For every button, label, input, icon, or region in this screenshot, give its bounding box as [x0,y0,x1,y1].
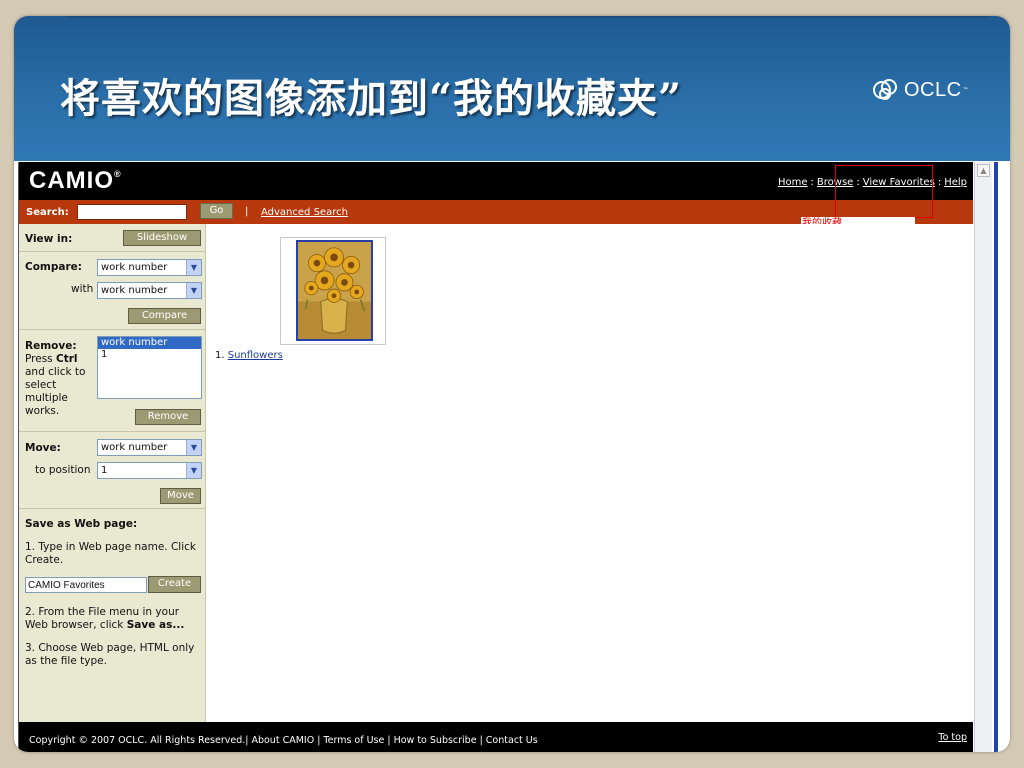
save-web-page-title: Save as Web page: [25,518,138,530]
remove-listbox[interactable]: work number 1 [97,336,202,399]
favorites-results: 1. Sunflowers [207,224,973,722]
view-in-label: View in: [25,233,73,245]
remove-instr-key: Ctrl [55,353,78,365]
chevron-down-icon: ▼ [186,283,201,298]
move-section: Move: work number ▼ to position 1 ▼ Move [19,432,206,509]
vertical-scrollbar[interactable]: ▲ [974,162,992,752]
with-label: with [71,283,94,295]
position-select-value: 1 [101,465,108,476]
with-select-value: work number [101,285,168,296]
logo-registered-mark: ® [114,169,122,179]
sidebar: View in: Slideshow Compare: work number ▼… [19,224,206,722]
move-select-value: work number [101,442,168,453]
slide: 将喜欢的图像添加到“我的收藏夹” OCLC ™ CAMIO® Home: Brow… [14,16,1010,752]
nav-separator: : [810,177,814,188]
sunflowers-thumbnail[interactable] [280,237,386,345]
brand-trademark: ™ [962,86,969,94]
save-step-2: 2. From the File menu in your Web browse… [25,606,201,632]
compare-select-value: work number [101,262,168,273]
brand-text: OCLC [904,78,962,101]
position-select[interactable]: 1 ▼ [97,462,202,479]
to-position-label: to position [35,464,91,476]
save-web-page-section: Save as Web page: 1. Type in Web page na… [19,509,206,722]
compare-label: Compare: [25,261,82,273]
slide-title: 将喜欢的图像添加到“我的收藏夹” [60,75,683,122]
scroll-up-arrow-icon[interactable]: ▲ [977,164,990,177]
compare-button[interactable]: Compare [128,308,201,324]
remove-button[interactable]: Remove [135,409,201,425]
favorites-highlight-box [835,165,933,218]
save-step-1: 1. Type in Web page name. Click Create. [25,541,196,566]
app-footer: Copyright © 2007 OCLC. All Rights Reserv… [19,722,973,752]
save-step-3: 3. Choose Web page, HTML only as the fil… [25,642,195,667]
camio-app: CAMIO® Home: Browse: View Favorites: Help S… [18,162,973,752]
list-item[interactable]: 1 [98,349,201,361]
compare-select[interactable]: work number ▼ [97,259,202,276]
list-item[interactable]: work number [98,337,201,349]
move-label: Move: [25,442,61,454]
sunflowers-painting-image [296,240,373,341]
chevron-down-icon: ▼ [186,463,201,478]
view-in-section: View in: Slideshow [19,224,206,252]
advanced-search-link[interactable]: Advanced Search [261,207,348,218]
compare-section: Compare: work number ▼ with work number ▼ … [19,252,206,330]
result-index: 1. [215,350,225,361]
right-edge-rule [994,162,998,752]
camio-logo: CAMIO® [29,167,122,195]
slide-header: 将喜欢的图像添加到“我的收藏夹” OCLC ™ [14,16,1010,161]
footer-links[interactable]: Copyright © 2007 OCLC. All Rights Reserv… [29,735,538,746]
create-button[interactable]: Create [148,576,201,593]
move-select[interactable]: work number ▼ [97,439,202,456]
to-top-link[interactable]: To top [938,732,967,743]
remove-instr-rest: and click to select multiple works. [25,366,86,417]
app-top-bar: CAMIO® Home: Browse: View Favorites: Help [19,162,973,200]
browser-screenshot: CAMIO® Home: Browse: View Favorites: Help S… [18,162,1006,752]
remove-label: Remove: [25,340,77,352]
nav-help-link[interactable]: Help [944,177,967,188]
search-label: Search: [26,207,69,218]
oclc-logo: OCLC ™ [872,76,969,104]
result-title-link[interactable]: Sunflowers [228,350,283,361]
search-divider: | [245,206,249,217]
result-item: 1. Sunflowers [215,350,283,361]
remove-instr-prefix: Press [25,353,53,365]
nav-home-link[interactable]: Home [778,177,808,188]
search-input[interactable] [77,204,187,220]
move-button[interactable]: Move [160,488,201,504]
top-divider [66,16,990,18]
oclc-swirl-icon [873,79,897,100]
go-button[interactable]: Go [200,203,233,219]
slideshow-button[interactable]: Slideshow [123,230,201,246]
web-page-name-input[interactable] [25,577,147,593]
logo-text: CAMIO [29,167,114,194]
save-as-emphasis: Save as... [126,619,185,631]
chevron-down-icon: ▼ [186,260,201,275]
with-select[interactable]: work number ▼ [97,282,202,299]
chevron-down-icon: ▼ [186,440,201,455]
remove-instructions: Press Ctrl and click to select multiple … [25,353,95,418]
remove-section: Remove: Press Ctrl and click to select m… [19,330,206,432]
nav-separator: : [937,177,942,188]
